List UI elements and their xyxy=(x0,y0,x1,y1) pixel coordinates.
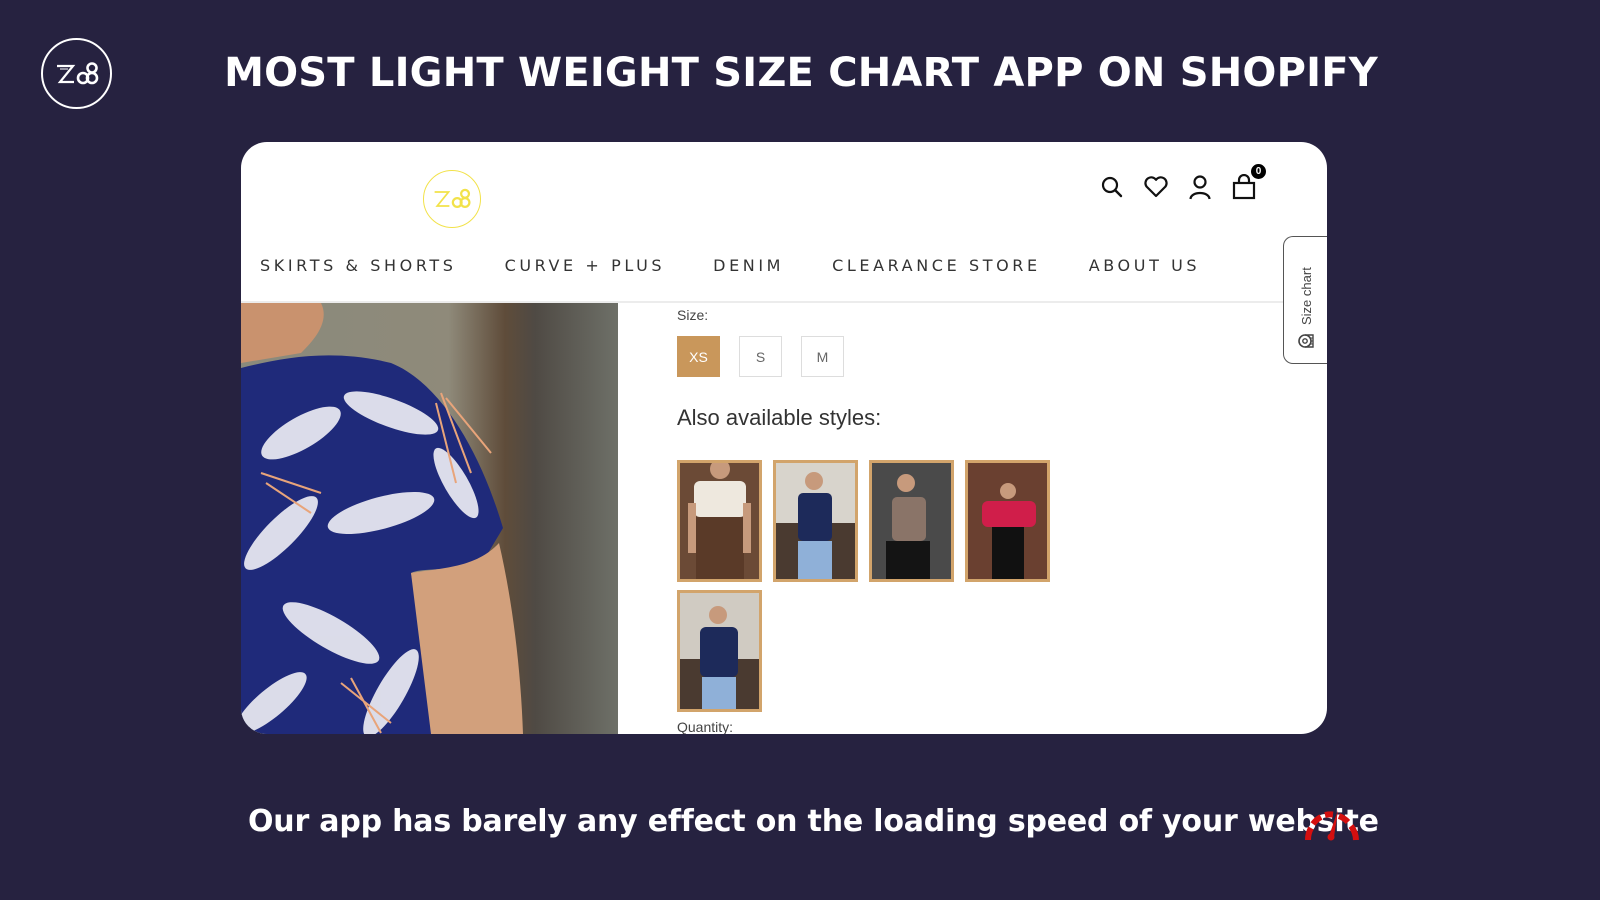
speedometer-icon xyxy=(1305,810,1359,841)
nav-item-denim[interactable]: DENIM xyxy=(713,256,784,275)
product-image xyxy=(241,303,618,734)
quantity-label: Quantity: xyxy=(677,719,734,734)
account-button[interactable] xyxy=(1187,174,1213,200)
measuring-tape-icon xyxy=(1298,334,1314,348)
nav-item-skirts-shorts[interactable]: SKIRTS & SHORTS xyxy=(260,256,457,275)
style-thumbnail[interactable] xyxy=(677,590,762,712)
size-chart-label: Size chart xyxy=(1299,267,1314,325)
style-photo xyxy=(680,593,759,709)
size-option-s[interactable]: S xyxy=(739,336,782,377)
cart-button[interactable]: 0 xyxy=(1231,164,1266,200)
style-thumbnail[interactable] xyxy=(869,460,954,582)
size-option-m[interactable]: M xyxy=(801,336,844,377)
headline: MOST LIGHT WEIGHT SIZE CHART APP ON SHOP… xyxy=(224,50,1378,96)
size-label: Size: xyxy=(677,307,709,323)
main-nav: SKIRTS & SHORTS CURVE + PLUS DENIM CLEAR… xyxy=(260,256,1248,275)
nav-item-curve-plus[interactable]: CURVE + PLUS xyxy=(505,256,666,275)
size-option-xs[interactable]: XS xyxy=(677,336,720,377)
style-thumbnail[interactable] xyxy=(773,460,858,582)
nav-item-about-us[interactable]: ABOUT US xyxy=(1089,256,1200,275)
style-photo xyxy=(680,463,759,579)
floral-shirt-photo xyxy=(241,303,618,734)
heart-icon xyxy=(1144,176,1168,198)
search-button[interactable] xyxy=(1099,174,1125,200)
user-icon xyxy=(1189,175,1211,200)
size-chart-button[interactable]: Size chart xyxy=(1283,236,1327,364)
style-thumbnails xyxy=(677,460,1067,712)
styles-title: Also available styles: xyxy=(677,405,882,430)
cart-icon xyxy=(1232,174,1256,200)
z8-logo-icon xyxy=(434,188,471,208)
style-thumbnail[interactable] xyxy=(965,460,1050,582)
tagline: Our app has barely any effect on the loa… xyxy=(248,804,1379,839)
style-photo xyxy=(968,463,1047,579)
store-logo[interactable] xyxy=(423,170,481,228)
style-thumbnail[interactable] xyxy=(677,460,762,582)
header-icons: 0 xyxy=(1099,164,1266,200)
style-photo xyxy=(872,463,951,579)
search-icon xyxy=(1101,176,1123,198)
nav-item-clearance-store[interactable]: CLEARANCE STORE xyxy=(832,256,1041,275)
style-photo xyxy=(776,463,855,579)
size-selector: XS S M xyxy=(677,336,844,377)
cart-count-badge: 0 xyxy=(1251,164,1266,179)
store-screenshot: 0 SKIRTS & SHORTS CURVE + PLUS DENIM CLE… xyxy=(241,142,1327,734)
wishlist-button[interactable] xyxy=(1143,174,1169,200)
